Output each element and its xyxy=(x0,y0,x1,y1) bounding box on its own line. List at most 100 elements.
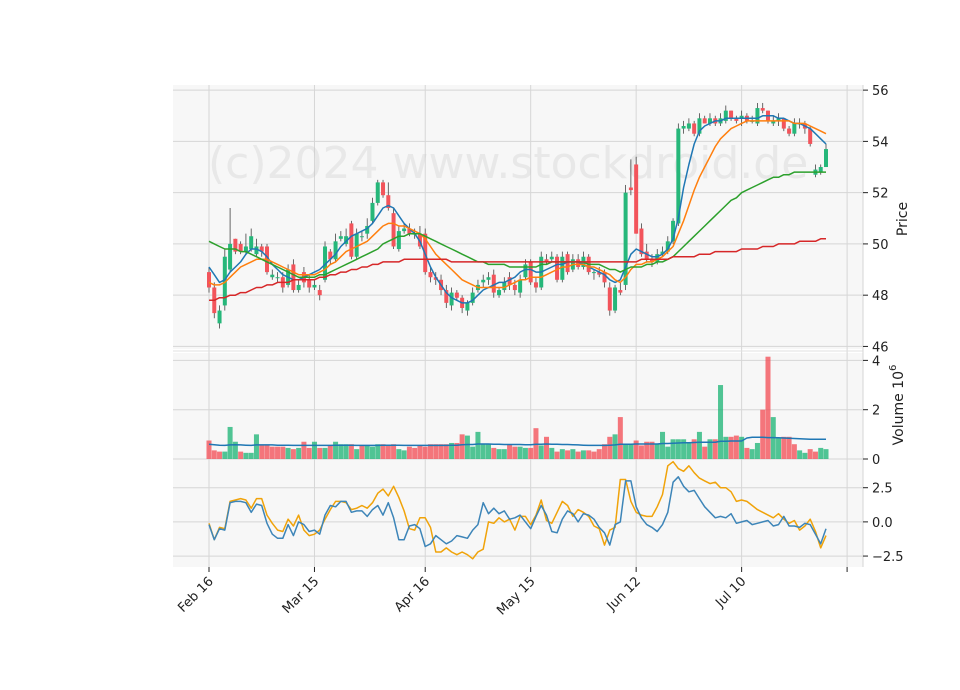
volume-bar xyxy=(211,450,217,459)
candle-body xyxy=(359,236,364,238)
candle-body xyxy=(381,182,386,196)
x-tick-label: Mar 15 xyxy=(280,574,323,617)
candle-body xyxy=(497,290,502,296)
volume-bar xyxy=(723,436,729,459)
volume-bar xyxy=(338,444,344,459)
volume-bar xyxy=(396,449,402,459)
y-tick-label: 54 xyxy=(872,135,889,150)
volume-bar xyxy=(480,444,486,459)
oscillator-panel-bg xyxy=(173,459,863,567)
volume-bar xyxy=(391,444,397,459)
volume-bar xyxy=(459,434,465,459)
candle-body xyxy=(349,223,354,257)
volume-bar xyxy=(401,450,407,459)
candle-body xyxy=(518,279,523,293)
candle-body xyxy=(317,290,322,296)
volume-bar xyxy=(369,446,375,459)
volume-bar xyxy=(311,441,317,459)
volume-bar xyxy=(333,441,339,459)
volume-bar xyxy=(475,431,481,459)
volume-bar xyxy=(385,445,391,459)
volume-bar xyxy=(238,451,244,459)
volume-bar xyxy=(317,447,323,459)
candle-body xyxy=(787,128,792,134)
volume-bar xyxy=(280,446,286,459)
volume-bar xyxy=(565,450,571,459)
candle-body xyxy=(824,149,828,168)
volume-bar xyxy=(607,436,613,459)
volume-bar xyxy=(786,436,792,459)
candle-body xyxy=(702,118,707,124)
volume-bar xyxy=(696,431,702,459)
candle-body xyxy=(428,272,433,278)
candle-body xyxy=(391,213,396,247)
candle-body xyxy=(792,123,797,134)
volume-axis-label-exponent: 6 xyxy=(888,365,899,371)
volume-bar xyxy=(754,442,760,459)
candle-body xyxy=(591,272,596,274)
x-tick-label: Jul 10 xyxy=(712,574,749,611)
volume-bar xyxy=(491,447,497,459)
chart-figure: (c)2024 www.stockdroid.de Feb 16 Mar 15 Ap… xyxy=(0,0,960,690)
price-axis-label: Price xyxy=(895,202,911,236)
volume-bar xyxy=(417,445,423,459)
candle-body xyxy=(454,292,459,298)
volume-bar xyxy=(718,385,724,459)
candle-body xyxy=(396,231,401,250)
candle-body xyxy=(686,123,691,129)
volume-bar xyxy=(623,444,629,459)
y-tick-label: 52 xyxy=(872,187,889,202)
y-tick-label: 2.5 xyxy=(872,482,893,497)
volume-bar xyxy=(253,434,259,459)
volume-bar xyxy=(628,444,634,459)
candle-body xyxy=(692,123,697,134)
volume-bar xyxy=(322,447,328,459)
volume-bar xyxy=(818,447,824,459)
volume-bar xyxy=(433,444,439,459)
candle-body xyxy=(296,284,301,291)
volume-bar xyxy=(617,417,623,459)
volume-bar xyxy=(217,451,223,459)
candle-body xyxy=(634,164,639,234)
candle-body xyxy=(528,261,533,283)
candle-body xyxy=(275,277,280,279)
volume-bar xyxy=(559,449,565,459)
price-panel-bg xyxy=(173,85,863,349)
volume-bar xyxy=(760,409,766,459)
candle-body xyxy=(402,228,407,232)
volume-bar xyxy=(554,451,560,459)
candle-body xyxy=(607,287,612,311)
candle-body xyxy=(243,246,248,252)
volume-bar xyxy=(422,446,428,459)
candle-body xyxy=(760,108,765,111)
y-tick-label: −2.5 xyxy=(872,550,904,565)
volume-bar xyxy=(765,356,771,459)
y-tick-label: 0 xyxy=(872,453,880,468)
y-tick-label: 4 xyxy=(872,354,880,369)
x-tick-label: Jun 12 xyxy=(604,574,644,614)
y-tick-label: 48 xyxy=(872,289,889,304)
volume-bar xyxy=(728,436,734,459)
volume-axis-label-base: Volume 10 xyxy=(891,371,907,445)
x-tick-label: Feb 16 xyxy=(175,574,217,616)
volume-bar xyxy=(501,449,507,459)
volume-bar xyxy=(686,442,692,459)
volume-bar xyxy=(269,446,275,459)
candle-body xyxy=(512,284,517,291)
volume-bar xyxy=(206,440,212,459)
volume-bar xyxy=(412,447,418,459)
volume-bar xyxy=(243,452,249,459)
volume-bar xyxy=(327,445,333,459)
volume-bar xyxy=(549,447,555,459)
volume-bar xyxy=(259,445,265,459)
volume-bar xyxy=(602,444,608,459)
candle-body xyxy=(486,277,491,280)
volume-bar xyxy=(776,438,782,459)
volume-bar xyxy=(665,446,671,459)
candle-body xyxy=(628,187,633,191)
candle-body xyxy=(549,256,554,260)
volume-bar xyxy=(507,444,513,459)
volume-bar xyxy=(749,449,755,459)
volume-bar xyxy=(670,439,676,459)
volume-bar xyxy=(464,435,470,459)
